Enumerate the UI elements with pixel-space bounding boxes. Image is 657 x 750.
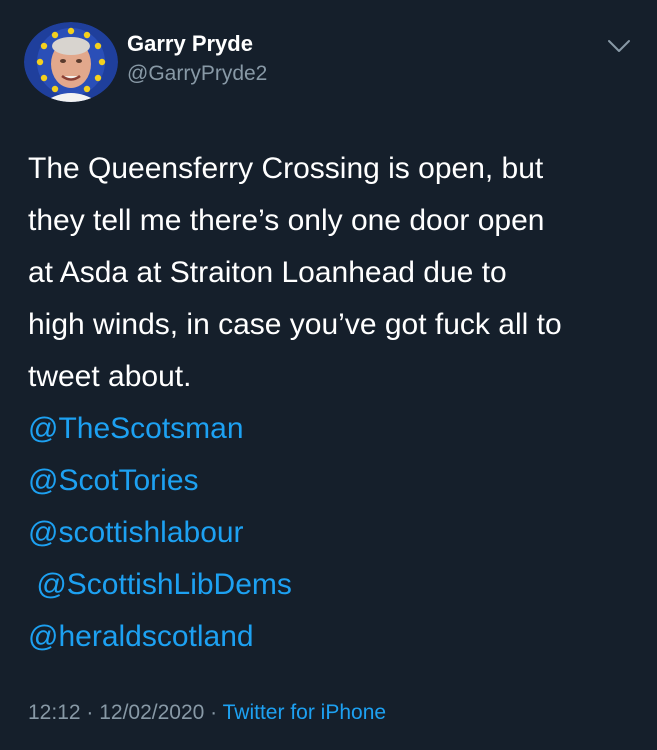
tweet-date[interactable]: 12/02/2020 xyxy=(99,701,204,724)
tweet-source-link[interactable]: Twitter for iPhone xyxy=(223,701,386,724)
tweet-text-line: high winds, in case you’ve got fuck all … xyxy=(28,308,562,341)
mention-link-scottories[interactable]: @ScotTories xyxy=(28,455,638,507)
tweet-time[interactable]: 12:12 xyxy=(28,701,81,724)
tweet: Garry Pryde @GarryPryde2 The Queensferry… xyxy=(0,0,657,750)
tweet-text-line: at Asda at Straiton Loanhead due to xyxy=(28,256,507,289)
author-handle[interactable]: @GarryPryde2 xyxy=(127,62,267,86)
author-name[interactable]: Garry Pryde xyxy=(127,31,253,57)
avatar[interactable] xyxy=(24,22,118,102)
meta-separator: · xyxy=(80,701,100,724)
tweet-text-line: The Queensferry Crossing is open, but xyxy=(28,152,544,185)
profile-photo-icon xyxy=(24,22,118,102)
mention-link-heraldscotland[interactable]: @heraldscotland xyxy=(28,611,638,663)
tweet-text-line: they tell me there’s only one door open xyxy=(28,204,545,237)
mention-link-scottishlibdems[interactable]: @ScottishLibDems xyxy=(28,559,638,611)
meta-separator: · xyxy=(204,701,223,724)
tweet-meta: 12:12 · 12/02/2020 · Twitter for iPhone xyxy=(28,701,386,725)
tweet-text-line: tweet about. xyxy=(28,360,192,393)
mention-link-thescotsman[interactable]: @TheScotsman xyxy=(28,403,638,455)
tweet-text: The Queensferry Crossing is open, but th… xyxy=(28,143,638,663)
chevron-down-icon[interactable] xyxy=(606,36,632,56)
mention-link-scottishlabour[interactable]: @scottishlabour xyxy=(28,507,638,559)
